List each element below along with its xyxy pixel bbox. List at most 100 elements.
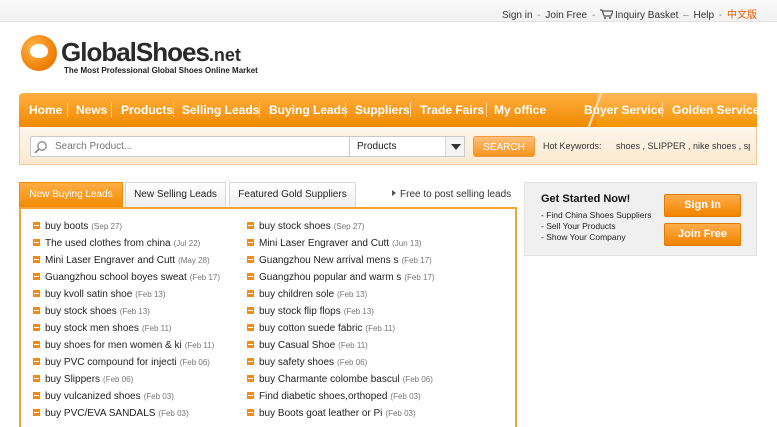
lead-date: (Feb 11) [184, 341, 215, 350]
lead-title[interactable]: buy Casual Shoe [259, 340, 335, 351]
nav-products[interactable]: Products [121, 103, 173, 117]
lead-title[interactable]: buy vulcanized shoes [45, 391, 141, 402]
get-started-title: Get Started Now! [541, 193, 631, 205]
search-input[interactable] [30, 136, 360, 157]
lead-title[interactable]: buy Boots goat leather or Pi [259, 408, 382, 419]
nav-news[interactable]: News [76, 103, 107, 117]
lead-title[interactable]: Mini Laser Engraver and Cutt [45, 255, 175, 266]
lead-item[interactable]: buy stock shoes (Feb 13) [33, 306, 150, 322]
nav-suppliers[interactable]: Suppliers [355, 103, 410, 117]
lead-title[interactable]: buy kvoll satin shoe [45, 289, 132, 300]
bullet-icon [247, 375, 254, 382]
bullet-icon [247, 256, 254, 263]
lead-title[interactable]: Guangzhou popular and warm s [259, 272, 401, 283]
lead-title[interactable]: buy boots [45, 221, 88, 232]
lead-title[interactable]: buy shoes for men women & ki [45, 340, 182, 351]
hot-keywords[interactable]: shoes , SLIPPER , nike shoes , spor [616, 141, 750, 151]
lead-item[interactable]: buy PVC/EVA SANDALS (Feb 03) [33, 408, 189, 424]
nav-trade-fairs[interactable]: Trade Fairs [420, 103, 484, 117]
nav-my-office[interactable]: My office [494, 103, 546, 117]
lead-title[interactable]: buy children sole [259, 289, 334, 300]
nav-selling-leads[interactable]: Selling Leads [182, 103, 259, 117]
tab-new-buying-leads[interactable]: New Buying Leads [19, 182, 123, 207]
lead-item[interactable]: buy shoes for men women & ki (Feb 11) [33, 340, 214, 356]
lead-item[interactable]: Guangzhou school boyes sweat (Feb 17) [33, 272, 220, 288]
lead-title[interactable]: buy Slippers [45, 374, 100, 385]
lead-item[interactable]: Mini Laser Engraver and Cutt (May 28) [33, 255, 210, 271]
lead-title[interactable]: Find diabetic shoes,orthoped [259, 391, 387, 402]
lead-item[interactable]: The used clothes from china (Jul 22) [33, 238, 200, 254]
lead-item[interactable]: buy Charmante colombe bascul (Feb 06) [247, 374, 433, 390]
lead-item[interactable]: Mini Laser Engraver and Cutt (Jun 13) [247, 238, 421, 254]
main-nav: Home News Products Selling Leads Buying … [19, 93, 759, 127]
nav-golden-service[interactable]: Golden Service [672, 103, 759, 117]
nav-separator [67, 102, 68, 117]
hot-keywords-label: Hot Keywords: [543, 141, 602, 151]
nav-home[interactable]: Home [29, 103, 62, 117]
lead-title[interactable]: The used clothes from china [45, 238, 171, 249]
bullet-icon [247, 358, 254, 365]
lead-item[interactable]: buy kvoll satin shoe (Feb 13) [33, 289, 166, 305]
lead-date: (Feb 13) [135, 290, 166, 299]
inquiry-basket-link[interactable]: Inquiry Basket [615, 10, 678, 21]
lead-title[interactable]: buy stock men shoes [45, 323, 139, 334]
sign-in-button[interactable]: Sign In [664, 194, 741, 217]
help-link[interactable]: Help [694, 10, 715, 21]
lead-title[interactable]: buy Charmante colombe bascul [259, 374, 400, 385]
lead-item[interactable]: buy boots (Sep 27) [33, 221, 122, 237]
bullet-icon [247, 290, 254, 297]
lead-item[interactable]: Guangzhou New arrival mens s (Feb 17) [247, 255, 432, 271]
lead-title[interactable]: buy PVC compound for injecti [45, 357, 177, 368]
lead-item[interactable]: buy cotton suede fabric (Feb 11) [247, 323, 395, 339]
lead-title[interactable]: Guangzhou school boyes sweat [45, 272, 187, 283]
top-links: Sign in - Join Free - Inquiry Basket – H… [502, 6, 757, 21]
bullet-icon [247, 341, 254, 348]
bullet-icon [247, 392, 254, 399]
lead-date: (Feb 13) [337, 290, 368, 299]
search-button[interactable]: SEARCH [473, 136, 535, 157]
lead-item[interactable]: buy PVC compound for injecti (Feb 06) [33, 357, 210, 373]
nav-separator [259, 102, 260, 117]
lead-item[interactable]: buy safety shoes (Feb 06) [247, 357, 367, 373]
lead-title[interactable]: Mini Laser Engraver and Cutt [259, 238, 389, 249]
nav-buying-leads[interactable]: Buying Leads [269, 103, 348, 117]
bullet-icon [33, 392, 40, 399]
chinese-version-link[interactable]: 中文版 [727, 10, 757, 21]
site-logo[interactable]: GlobalShoes.net The Most Professional Gl… [21, 33, 261, 81]
tab-new-selling-leads[interactable]: New Selling Leads [125, 182, 226, 207]
lead-title[interactable]: buy PVC/EVA SANDALS [45, 408, 155, 419]
sign-in-link[interactable]: Sign in [502, 10, 533, 21]
lead-item[interactable]: buy children sole (Feb 13) [247, 289, 367, 305]
nav-separator [111, 102, 112, 117]
bullet-icon [33, 307, 40, 314]
search-category-select[interactable]: Products [349, 136, 465, 157]
nav-separator [486, 102, 487, 117]
lead-title[interactable]: buy safety shoes [259, 357, 334, 368]
lead-item[interactable]: Find diabetic shoes,orthoped (Feb 03) [247, 391, 421, 407]
post-selling-leads-link[interactable]: Free to post selling leads [392, 189, 511, 200]
lead-item[interactable]: buy Boots goat leather or Pi (Feb 03) [247, 408, 416, 424]
join-free-link[interactable]: Join Free [545, 10, 587, 21]
lead-title[interactable]: Guangzhou New arrival mens s [259, 255, 399, 266]
search-category-value: Products [357, 141, 397, 152]
lead-date: (Feb 17) [401, 256, 432, 265]
bullet-icon [33, 324, 40, 331]
lead-item[interactable]: buy stock flip flops (Feb 13) [247, 306, 374, 322]
bullet-icon [33, 290, 40, 297]
lead-item[interactable]: buy stock men shoes (Feb 11) [33, 323, 172, 339]
nav-buyer-service[interactable]: Buyer Service [584, 103, 664, 117]
lead-title[interactable]: buy stock flip flops [259, 306, 341, 317]
join-free-button[interactable]: Join Free [664, 223, 741, 246]
lead-title[interactable]: buy stock shoes [45, 306, 117, 317]
lead-item[interactable]: buy Slippers (Feb 06) [33, 374, 133, 390]
lead-item[interactable]: buy stock shoes (Sep 27) [247, 221, 364, 237]
lead-item[interactable]: buy Casual Shoe (Feb 11) [247, 340, 368, 356]
lead-title[interactable]: buy cotton suede fabric [259, 323, 362, 334]
lead-item[interactable]: buy vulcanized shoes (Feb 03) [33, 391, 174, 407]
bullet-icon [247, 222, 254, 229]
lead-item[interactable]: Guangzhou popular and warm s (Feb 17) [247, 272, 435, 288]
lead-title[interactable]: buy stock shoes [259, 221, 331, 232]
tab-featured-gold-suppliers[interactable]: Featured Gold Suppliers [229, 182, 356, 207]
nav-separator [662, 102, 663, 117]
lead-date: (Feb 11) [141, 324, 172, 333]
